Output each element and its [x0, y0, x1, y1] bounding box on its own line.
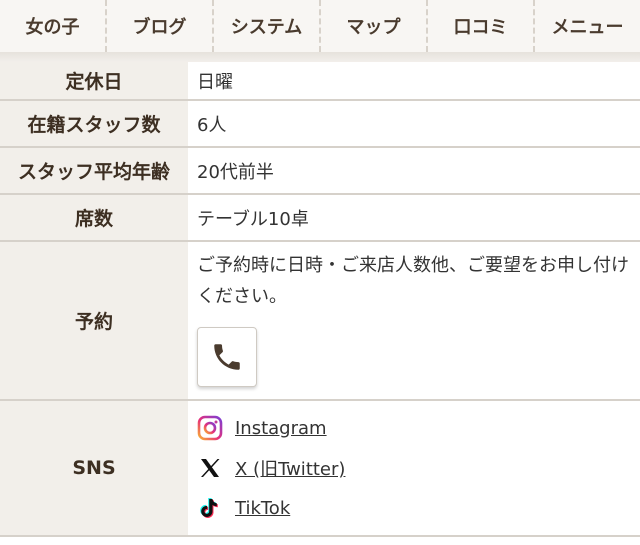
row-seats: 席数 テーブル10卓 — [0, 194, 640, 242]
holiday-value: 日曜 — [188, 62, 640, 101]
tiktok-link[interactable]: TikTok — [235, 498, 290, 519]
nav-system[interactable]: システム — [214, 0, 321, 52]
sns-tiktok: TikTok — [197, 488, 640, 528]
nav-menu[interactable]: メニュー — [535, 0, 640, 52]
top-nav: 女の子 ブログ システム マップ 口コミ メニュー — [0, 0, 640, 53]
x-icon — [197, 455, 223, 481]
row-holiday: 定休日 日曜 — [0, 62, 640, 101]
nav-blog[interactable]: ブログ — [107, 0, 214, 52]
instagram-icon — [197, 415, 223, 441]
row-reservation: 予約 ご予約時に日時・ご来店人数他、ご要望をお申し付けください。 — [0, 241, 640, 401]
nav-label: 口コミ — [453, 17, 508, 38]
seats-value: テーブル10卓 — [188, 194, 640, 242]
row-staff-count: 在籍スタッフ数 6人 — [0, 100, 640, 148]
holiday-label: 定休日 — [0, 62, 188, 101]
x-link[interactable]: X (旧Twitter) — [235, 455, 345, 481]
reservation-cell: ご予約時に日時・ご来店人数他、ご要望をお申し付けください。 — [188, 241, 640, 401]
sns-x: X (旧Twitter) — [197, 448, 640, 488]
nav-label: ブログ — [132, 17, 187, 38]
row-staff-age: スタッフ平均年齢 20代前半 — [0, 147, 640, 195]
nav-label: マップ — [346, 17, 401, 38]
nav-label: システム — [230, 17, 303, 38]
reservation-note: ご予約時に日時・ご来店人数他、ご要望をお申し付けください。 — [197, 255, 629, 307]
staff-count-label: 在籍スタッフ数 — [0, 100, 188, 148]
staff-count-value: 6人 — [188, 100, 640, 148]
nav-shadow — [0, 52, 640, 62]
nav-label: 女の子 — [25, 17, 80, 38]
nav-label: メニュー — [551, 17, 624, 38]
nav-reviews[interactable]: 口コミ — [428, 0, 535, 52]
nav-girls[interactable]: 女の子 — [0, 0, 107, 52]
sns-instagram: Instagram — [197, 408, 640, 448]
reservation-label: 予約 — [0, 241, 188, 401]
tiktok-icon — [197, 495, 223, 521]
phone-call-button[interactable] — [197, 327, 257, 387]
staff-age-value: 20代前半 — [188, 147, 640, 195]
staff-age-label: スタッフ平均年齢 — [0, 147, 188, 195]
row-sns: SNS Instagram X (旧Twitter) TikTok — [0, 400, 640, 537]
instagram-link[interactable]: Instagram — [235, 418, 327, 439]
shop-info-table: 定休日 日曜 在籍スタッフ数 6人 スタッフ平均年齢 20代前半 席数 テーブル… — [0, 62, 640, 537]
nav-map[interactable]: マップ — [321, 0, 428, 52]
seats-label: 席数 — [0, 194, 188, 242]
sns-cell: Instagram X (旧Twitter) TikTok — [188, 400, 640, 537]
sns-label: SNS — [0, 400, 188, 537]
phone-icon — [214, 344, 240, 370]
